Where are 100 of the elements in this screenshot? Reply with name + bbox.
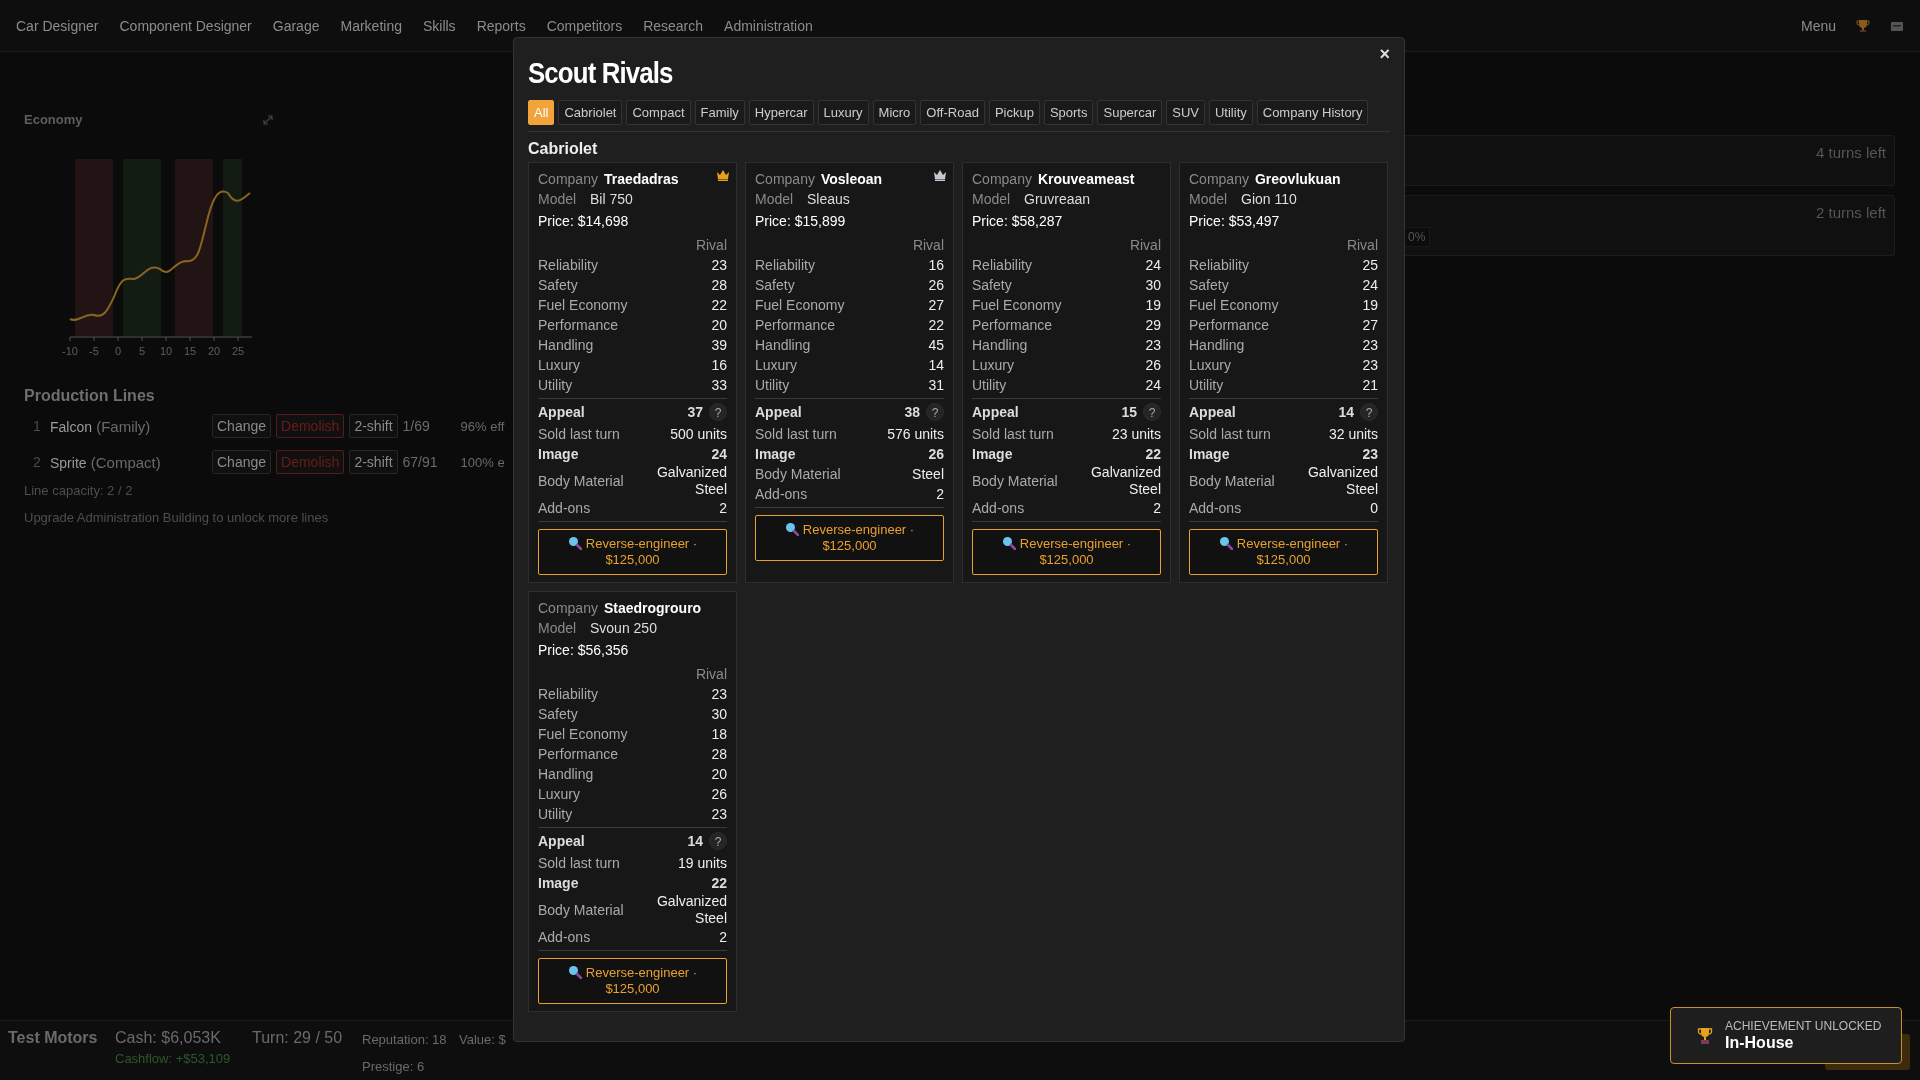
stat-label: Safety (755, 276, 795, 295)
reverse-engineer-button[interactable]: Reverse-engineer · $125,000 (538, 529, 727, 575)
help-button[interactable]: ? (1143, 403, 1161, 421)
help-button[interactable]: ? (709, 403, 727, 421)
category-tab[interactable]: Company History (1256, 100, 1369, 125)
nav-item[interactable]: Reports (476, 17, 526, 34)
stat-value: 24 (1145, 256, 1161, 275)
column-header: Rival (1346, 236, 1378, 255)
category-tab[interactable]: Micro (872, 100, 917, 125)
stat-label: Body Material (972, 472, 1058, 491)
category-tab[interactable]: Family (694, 100, 745, 125)
stat-label: Reliability (538, 256, 598, 275)
field-label: Model (1189, 190, 1229, 209)
column-header: Rival (695, 665, 727, 684)
category-tab[interactable]: Supercar (1097, 100, 1163, 125)
line-efficiency: 96% eff (460, 418, 505, 434)
stat-label: Add-ons (538, 499, 591, 518)
trophy-icon[interactable] (1856, 18, 1870, 33)
reverse-engineer-button[interactable]: Reverse-engineer · $125,000 (538, 958, 727, 1004)
stat-label: Performance (972, 316, 1053, 335)
stat-value: 2 (719, 928, 727, 947)
stat-label: Fuel Economy (972, 296, 1062, 315)
stat-value: 500 units (670, 425, 727, 444)
modal-title: Scout Rivals (528, 56, 673, 90)
stat-value: 37 (687, 403, 703, 422)
category-tab[interactable]: Sports (1043, 100, 1094, 125)
stat-value: 14 (1338, 403, 1354, 422)
help-button[interactable]: ? (926, 403, 944, 421)
stat-value: 26 (1145, 356, 1161, 375)
stat-label: Fuel Economy (538, 725, 628, 744)
model-name: Svoun 250 (590, 619, 657, 638)
nav-item[interactable]: Competitors (546, 17, 623, 34)
category-tab[interactable]: Luxury (817, 100, 869, 125)
tick-label: 25 (231, 345, 245, 357)
nav-item[interactable]: Garage (272, 17, 320, 34)
stat-label: Add-ons (538, 928, 591, 947)
magnifier-icon (1001, 536, 1016, 550)
close-button[interactable]: × (1375, 44, 1394, 65)
stat-label: Performance (1189, 316, 1270, 335)
stat-value: 30 (1145, 276, 1161, 295)
tick-label: 15 (183, 345, 197, 357)
nav-item[interactable]: Administration (724, 17, 813, 34)
shift-button[interactable]: 2-shift (349, 450, 398, 474)
stat-label: Safety (538, 705, 578, 724)
help-button[interactable]: ? (1360, 403, 1378, 421)
category-tab[interactable]: Off-Road (920, 100, 985, 125)
stat-value: 2 (936, 485, 944, 504)
stat-value: 23 (1362, 445, 1378, 464)
change-button[interactable]: Change (212, 414, 272, 438)
stat-value: 23 units (1111, 425, 1161, 444)
reverse-engineer-button[interactable]: Reverse-engineer · $125,000 (1189, 529, 1378, 575)
company-name: Krouveameast (1037, 170, 1135, 189)
stat-label: Image (538, 445, 579, 464)
stat-label: Utility (755, 376, 790, 395)
nav-item[interactable]: Component Designer (119, 17, 252, 34)
help-button[interactable]: ? (709, 832, 727, 850)
achievement-name: In-House (1725, 1034, 1795, 1052)
category-tab[interactable]: Cabriolet (558, 100, 623, 125)
stat-label: Safety (538, 276, 578, 295)
category-tab[interactable]: Utility (1208, 100, 1253, 125)
category-tab[interactable]: SUV (1166, 100, 1205, 125)
shift-button[interactable]: 2-shift (349, 414, 398, 438)
field-label: Model (972, 190, 1012, 209)
model-name: Bil 750 (590, 190, 633, 209)
stat-label: Sold last turn (972, 425, 1054, 444)
nav-item[interactable]: Research (643, 17, 704, 34)
menu-button[interactable]: Menu (1800, 17, 1836, 34)
stat-label: Sold last turn (538, 425, 620, 444)
nav-item[interactable]: Car Designer (16, 17, 99, 34)
stat-label: Safety (1189, 276, 1229, 295)
change-button[interactable]: Change (212, 450, 272, 474)
stat-value: Galvanized Steel (655, 464, 727, 498)
stat-label: Body Material (1189, 472, 1275, 491)
stat-label: Utility (972, 376, 1007, 395)
company-name: Traedadras (603, 170, 679, 189)
window-icon[interactable] (1890, 19, 1904, 32)
nav-item[interactable]: Skills (422, 17, 456, 34)
stat-value: 28 (711, 276, 727, 295)
magnifier-icon (784, 522, 799, 536)
reverse-engineer-button[interactable]: Reverse-engineer · $125,000 (755, 515, 944, 561)
stat-label: Appeal (755, 403, 802, 422)
line-count: 67/91 (402, 454, 439, 470)
column-header: Rival (695, 236, 727, 255)
category-tab[interactable]: Compact (626, 100, 691, 125)
stat-label: Fuel Economy (538, 296, 628, 315)
stat-label: Luxury (538, 785, 581, 804)
category-tab[interactable]: Pickup (988, 100, 1040, 125)
stat-value: 19 (1145, 296, 1161, 315)
stat-label: Luxury (972, 356, 1015, 375)
stat-label: Utility (538, 376, 573, 395)
stat-value: 26 (928, 276, 944, 295)
category-tab[interactable]: Hypercar (748, 100, 814, 125)
expand-icon[interactable] (262, 113, 274, 126)
line-efficiency: 100% e (460, 454, 505, 470)
reverse-engineer-button[interactable]: Reverse-engineer · $125,000 (972, 529, 1161, 575)
reputation-value: Reputation: 18 (362, 1032, 448, 1047)
stat-label: Image (972, 445, 1013, 464)
nav-item[interactable]: Marketing (340, 17, 402, 34)
stat-value: 29 (1145, 316, 1161, 335)
line-name: Falcon (Family) (50, 417, 152, 435)
